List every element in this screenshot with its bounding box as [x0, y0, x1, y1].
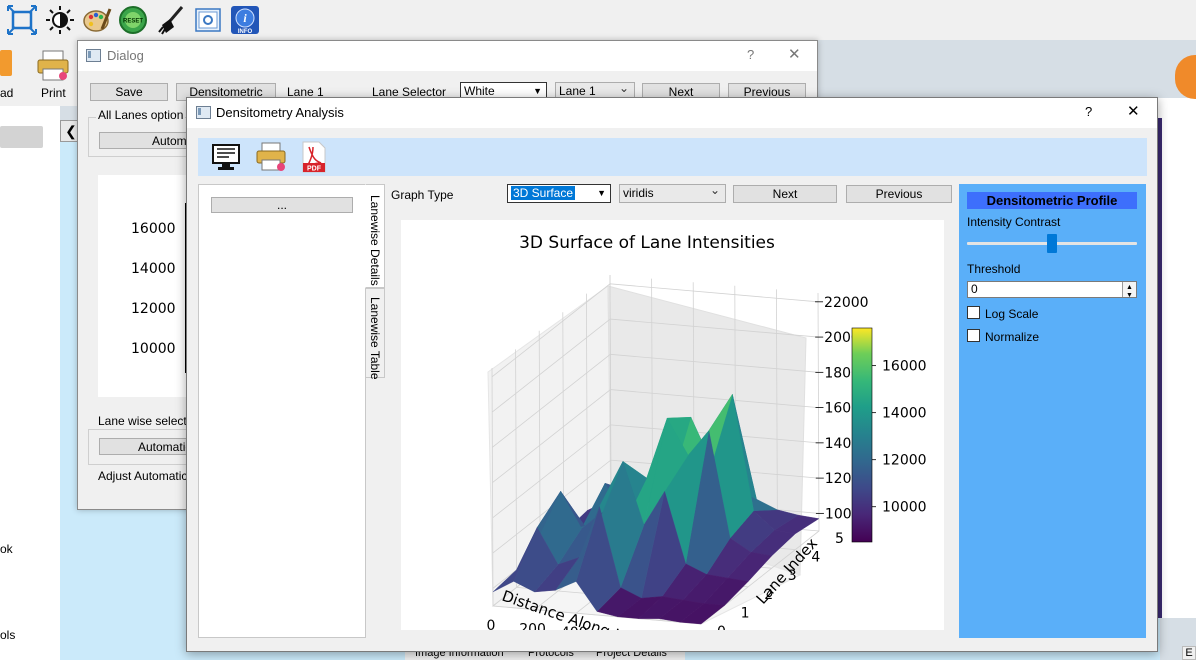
bg-left-panel	[0, 106, 60, 660]
export-toolbar: PDF	[198, 138, 1147, 176]
colorbar-ticks: 10000 12000 14000 16000	[872, 359, 927, 516]
normalize-checkbox[interactable]	[967, 329, 980, 342]
bg-left-label-ok: ok	[0, 542, 13, 556]
colorbar-tick-label: 12000	[882, 453, 927, 469]
fit-screen-icon[interactable]	[7, 5, 37, 35]
intensity-contrast-slider-handle[interactable]	[1047, 234, 1057, 253]
profile-plot-area: 16000 14000 12000 10000	[98, 175, 198, 397]
tab-lanewise-details-label: Lanewise Details	[368, 195, 382, 286]
log-scale-label: Log Scale	[985, 307, 1039, 321]
log-scale-checkbox[interactable]	[967, 306, 980, 319]
graph-type-select[interactable]: 3D Surface ▼	[507, 184, 611, 203]
profile-y-tick: 12000	[131, 301, 176, 317]
intensity-contrast-label: Intensity Contrast	[967, 215, 1061, 229]
spinbox-arrows[interactable]: ▲ ▼	[1122, 282, 1136, 299]
threshold-value: 0	[971, 282, 978, 296]
image-settings-icon[interactable]	[193, 5, 223, 35]
normalize-label: Normalize	[985, 330, 1040, 344]
print-report-icon[interactable]	[255, 142, 287, 172]
lane-number-select-value: Lane 1	[559, 84, 596, 98]
dialog-close-button[interactable]: ✕	[788, 45, 801, 63]
settings-panel-title: Densitometric Profile	[967, 192, 1137, 209]
y-tick-label: 0	[717, 624, 726, 630]
dialog-title: Dialog	[107, 48, 144, 63]
bg-right-edge-label: E	[1185, 647, 1193, 659]
densitometry-window-icon	[196, 106, 211, 119]
colormap-select-value: viridis	[623, 186, 654, 200]
colormap-select[interactable]: viridis	[619, 184, 726, 203]
bg-load-icon[interactable]	[0, 50, 12, 76]
bg-left-selected-item[interactable]	[0, 126, 43, 148]
y-tick-label: 1	[741, 605, 750, 621]
colorbar-tick-label: 16000	[882, 359, 927, 375]
tab-lanewise-details[interactable]: Lanewise Details	[365, 184, 385, 288]
chevron-left-icon: ❮	[65, 123, 77, 139]
threshold-spinbox[interactable]: 0 ▲ ▼	[967, 281, 1137, 299]
lane-color-select-value: White	[464, 84, 495, 98]
info-icon[interactable]: i INFO	[230, 5, 260, 35]
z-tick-label: 22000	[824, 295, 869, 311]
spin-down-icon[interactable]: ▼	[1126, 288, 1133, 303]
graph-type-label: Graph Type	[391, 188, 454, 202]
all-lanes-label: All Lanes option	[96, 108, 186, 122]
colorbar	[851, 327, 873, 543]
colorbar-tick-label: 14000	[882, 406, 927, 422]
chart-canvas: 3D Surface of Lane Intensities 020040060…	[401, 220, 944, 654]
brightness-icon[interactable]	[45, 5, 75, 35]
x-tick-label: 200	[519, 622, 546, 630]
graph-previous-button[interactable]: Previous	[846, 185, 952, 203]
broom-icon[interactable]	[156, 5, 186, 35]
colorbar-tick-label: 10000	[882, 500, 927, 516]
bg-load-label: ad	[0, 86, 14, 100]
automatic-all-lanes-button[interactable]: Automa	[99, 132, 193, 149]
adjust-automatic-label: Adjust Automatic b	[98, 469, 198, 483]
densitometry-title: Densitometry Analysis	[216, 105, 344, 120]
info-icon-text: INFO	[238, 29, 253, 35]
main-toolbar: RESET i INFO	[0, 0, 1196, 40]
bg-left-label-ols: ols	[0, 628, 16, 642]
profile-y-tick: 10000	[131, 341, 176, 357]
more-options-button[interactable]: ...	[211, 197, 353, 213]
threshold-label: Threshold	[967, 262, 1021, 276]
chart-title: 3D Surface of Lane Intensities	[519, 233, 775, 253]
densitometry-close-button[interactable]: ✕	[1127, 102, 1140, 120]
save-button[interactable]: Save	[90, 83, 168, 101]
settings-panel: Densitometric Profile Intensity Contrast…	[959, 184, 1146, 638]
pdf-export-icon[interactable]: PDF	[301, 141, 327, 173]
tab-lanewise-table-label: Lanewise Table	[368, 297, 382, 380]
palette-icon[interactable]	[82, 5, 112, 35]
dialog-window-icon	[86, 49, 101, 62]
tab-lanewise-table[interactable]: Lanewise Table	[365, 288, 385, 380]
x-tick-label: 0	[487, 618, 496, 630]
print-label: Print	[41, 86, 66, 100]
print-icon[interactable]	[36, 50, 70, 82]
densitometry-analysis-window: Densitometry Analysis ? ✕ PDF ... Lanewi…	[186, 97, 1158, 654]
dialog-titlebar: Dialog ? ✕	[78, 41, 817, 71]
graph-type-select-value: 3D Surface	[511, 186, 576, 200]
automatic-lane-wise-button[interactable]: Automatic	[99, 438, 191, 455]
monitor-icon[interactable]	[211, 143, 241, 171]
bg-right-panel	[1158, 98, 1196, 618]
pdf-icon-text: PDF	[307, 166, 322, 173]
densitometry-titlebar: Densitometry Analysis ? ✕	[187, 98, 1157, 128]
reset-icon[interactable]: RESET	[118, 5, 148, 35]
lane-list-panel: ...	[198, 184, 366, 638]
graph-next-button[interactable]: Next	[733, 185, 837, 203]
bg-right-orange-icon[interactable]	[1175, 55, 1196, 99]
densitometry-help-button[interactable]: ?	[1085, 104, 1092, 119]
reset-icon-text: RESET	[123, 19, 143, 25]
surface-chart: 3D Surface of Lane Intensities 020040060…	[487, 233, 927, 654]
bg-right-divider	[1158, 118, 1162, 618]
profile-y-tick: 16000	[131, 221, 176, 237]
dialog-help-button[interactable]: ?	[747, 47, 754, 62]
dropdown-arrow-icon: ▼	[597, 188, 606, 198]
y-tick-label: 5	[835, 531, 844, 547]
bg-right-edge-tab[interactable]: E	[1182, 646, 1196, 660]
profile-y-tick: 14000	[131, 261, 176, 277]
